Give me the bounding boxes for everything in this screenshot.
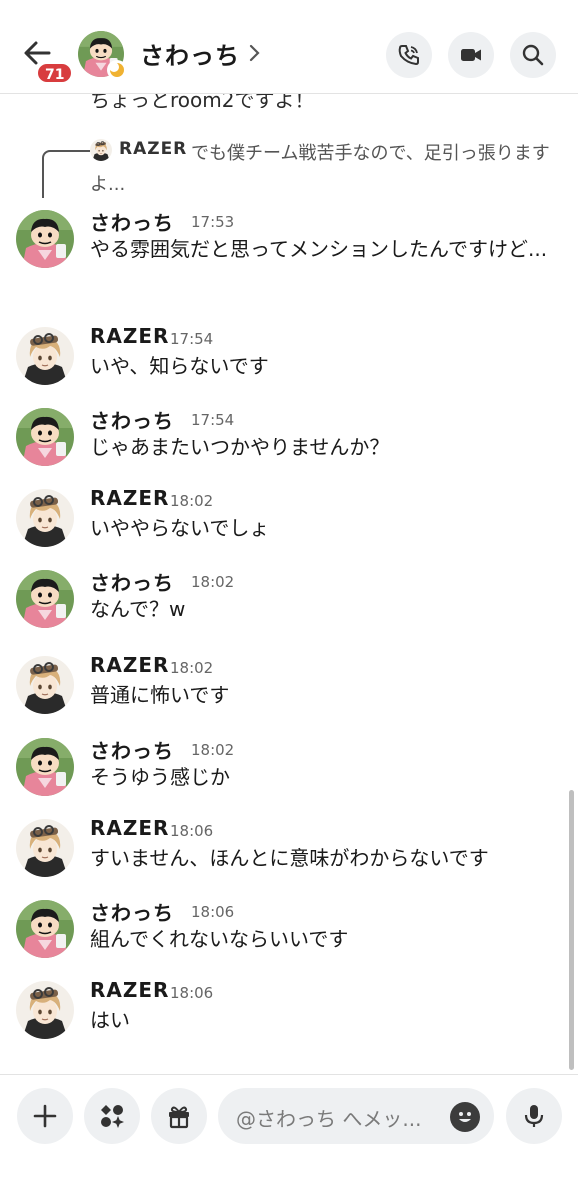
message-text: いや、知らないです [90,354,269,378]
message-input[interactable]: @さわっち へメッ... [218,1088,494,1144]
avatar[interactable] [16,981,74,1039]
search-icon [522,44,544,66]
avatar[interactable] [16,738,74,796]
gift-button[interactable] [151,1088,207,1144]
message-author[interactable]: RAZER [90,324,169,348]
apps-button[interactable] [84,1088,140,1144]
message-text: はい [90,1008,130,1032]
unread-badge: 71 [36,62,74,84]
voice-call-button[interactable] [386,32,432,78]
avatar[interactable] [16,570,74,628]
message-timestamp: 17:54 [191,411,235,429]
avatar[interactable] [16,408,74,466]
message-timestamp: 18:06 [170,822,214,840]
reply-author: RAZER [119,139,188,159]
scrollbar[interactable] [569,790,574,1070]
message-input-placeholder: @さわっち へメッ... [236,1107,422,1131]
chat-header: 71 さわっち [0,0,578,94]
message-author[interactable]: RAZER [90,653,169,677]
message-timestamp: 18:02 [170,492,214,510]
message-text: いややらないでしょ [90,516,270,540]
message-text: そうゆう感じか [90,765,230,789]
apps-icon [101,1105,124,1128]
avatar[interactable] [16,900,74,958]
avatar[interactable] [16,210,74,268]
avatar[interactable] [16,819,74,877]
plus-icon [33,1104,57,1128]
message-timestamp: 18:02 [191,573,235,591]
microphone-icon [524,1105,544,1127]
message-text: 組んでくれないならいいです [90,927,349,951]
message-text: やる雰囲気だと思ってメンションしたんですけど... [90,237,548,261]
message-timestamp: 18:02 [170,659,214,677]
add-attachment-button[interactable] [17,1088,73,1144]
emoji-icon[interactable] [450,1102,480,1132]
message-timestamp: 18:06 [191,903,235,921]
channel-title[interactable]: さわっち [140,36,240,71]
idle-status-icon [107,60,127,80]
phone-call-icon [398,45,419,66]
message-timestamp: 18:02 [191,741,235,759]
message-timestamp: 17:53 [191,213,235,231]
reply-avatar [90,139,112,161]
message-timestamp: 18:06 [170,984,214,1002]
search-button[interactable] [510,32,556,78]
avatar[interactable] [16,656,74,714]
message-author[interactable]: RAZER [90,978,169,1002]
message-text: 普通に怖いです [90,683,230,707]
composer-bar: @さわっち へメッ... [0,1074,578,1200]
message-author[interactable]: さわっち [90,567,174,596]
message-text: なんで？w [90,597,186,621]
message-author[interactable]: さわっち [90,735,174,764]
message-author[interactable]: RAZER [90,816,169,840]
chevron-right-icon[interactable] [247,40,263,66]
gift-icon [169,1106,189,1129]
message-text: すいません、ほんとに意味がわからないです [90,846,489,870]
message-author[interactable]: さわっち [90,405,174,434]
voice-message-button[interactable] [506,1088,562,1144]
message-timestamp: 17:54 [170,330,214,348]
video-call-button[interactable] [448,32,494,78]
reply-connector [42,150,90,198]
message-author[interactable]: さわっち [90,207,174,236]
video-camera-icon [461,49,481,61]
message-author[interactable]: RAZER [90,486,169,510]
message-text: じゃあまたいつかやりませんか？ [90,435,390,459]
message-author[interactable]: さわっち [90,897,174,926]
avatar[interactable] [16,327,74,385]
avatar[interactable] [16,489,74,547]
